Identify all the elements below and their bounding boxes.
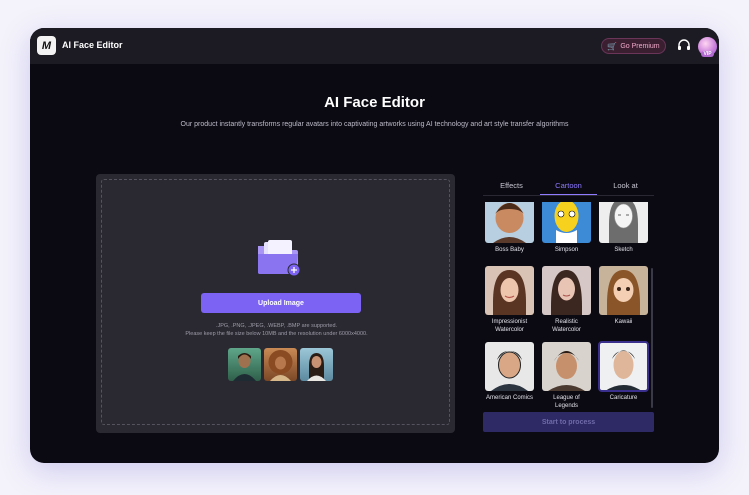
sample-images — [228, 348, 333, 381]
style-thumbnail — [542, 342, 591, 391]
style-thumbnail — [598, 341, 649, 392]
style-thumbnail — [542, 266, 591, 315]
go-premium-button[interactable]: 🛒 Go Premium — [601, 38, 666, 54]
start-to-process-button[interactable]: Start to process — [483, 412, 654, 432]
sample-image[interactable] — [264, 348, 297, 381]
style-kawaii[interactable]: Kawaii — [599, 266, 648, 326]
style-caricature[interactable]: Caricature — [598, 341, 649, 402]
sample-image[interactable] — [228, 348, 261, 381]
file-limits-text: Please keep the file size below 10MB and… — [185, 331, 368, 337]
app-title: AI Face Editor — [62, 40, 123, 50]
style-grid: Boss Baby Simpson Sketch Impressionist W… — [483, 202, 649, 410]
page-title: AI Face Editor — [324, 94, 425, 111]
folder-add-icon — [258, 240, 301, 277]
style-label: Kawaii — [614, 319, 633, 325]
upload-image-button[interactable]: Upload Image — [201, 293, 361, 313]
top-bar: M AI Face Editor 🛒 Go Premium VIP — [30, 28, 719, 64]
style-thumbnail — [485, 342, 534, 391]
tab-cartoon[interactable]: Cartoon — [540, 178, 597, 195]
supported-formats-text: .JPG, .PNG, .JPEG, .WEBP, .BMP are suppo… — [215, 323, 338, 329]
app-logo[interactable]: M — [37, 36, 56, 55]
style-impressionist-watercolor[interactable]: Impressionist Watercolor — [485, 266, 534, 334]
style-boss-baby[interactable]: Boss Baby — [485, 202, 534, 254]
go-premium-label: Go Premium — [620, 42, 660, 50]
vip-badge: VIP — [701, 51, 714, 57]
style-league-of-legends[interactable]: League of Legends — [542, 342, 591, 410]
style-american-comics[interactable]: American Comics — [485, 342, 534, 402]
style-label: Boss Baby — [495, 247, 524, 253]
user-avatar[interactable]: VIP — [698, 37, 717, 57]
style-label: Realistic Watercolor — [552, 319, 581, 333]
style-label: Caricature — [609, 395, 638, 401]
style-thumbnail — [485, 266, 534, 315]
style-thumbnail — [599, 266, 648, 315]
tab-effects[interactable]: Effects — [483, 178, 540, 195]
sample-image[interactable] — [300, 348, 333, 381]
cart-icon: 🛒 — [607, 41, 618, 51]
style-thumbnail — [485, 202, 534, 243]
upload-panel: Upload Image .JPG, .PNG, .JPEG, .WEBP, .… — [96, 174, 455, 433]
upload-dropzone[interactable]: Upload Image .JPG, .PNG, .JPEG, .WEBP, .… — [101, 179, 450, 425]
style-simpson[interactable]: Simpson — [542, 202, 591, 254]
headset-icon[interactable] — [676, 38, 692, 54]
style-tabs: Effects Cartoon Look at — [483, 178, 654, 196]
style-realistic-watercolor[interactable]: Realistic Watercolor — [542, 266, 591, 334]
upload-requirements: .JPG, .PNG, .JPEG, .WEBP, .BMP are suppo… — [102, 322, 451, 338]
style-label: American Comics — [485, 395, 533, 401]
style-sketch[interactable]: Sketch — [599, 202, 648, 254]
style-list-scrollbar[interactable] — [651, 268, 653, 408]
page-subtitle: Our product instantly transforms regular… — [180, 121, 569, 128]
style-thumbnail — [599, 202, 648, 243]
style-label: Impressionist Watercolor — [491, 319, 528, 333]
tab-look-at[interactable]: Look at — [597, 178, 654, 195]
style-label: League of Legends — [553, 395, 580, 409]
style-thumbnail — [542, 202, 591, 243]
app-window: M AI Face Editor 🛒 Go Premium VIP AI Fac… — [30, 28, 719, 463]
style-label: Sketch — [614, 247, 633, 253]
style-label: Simpson — [554, 247, 579, 253]
